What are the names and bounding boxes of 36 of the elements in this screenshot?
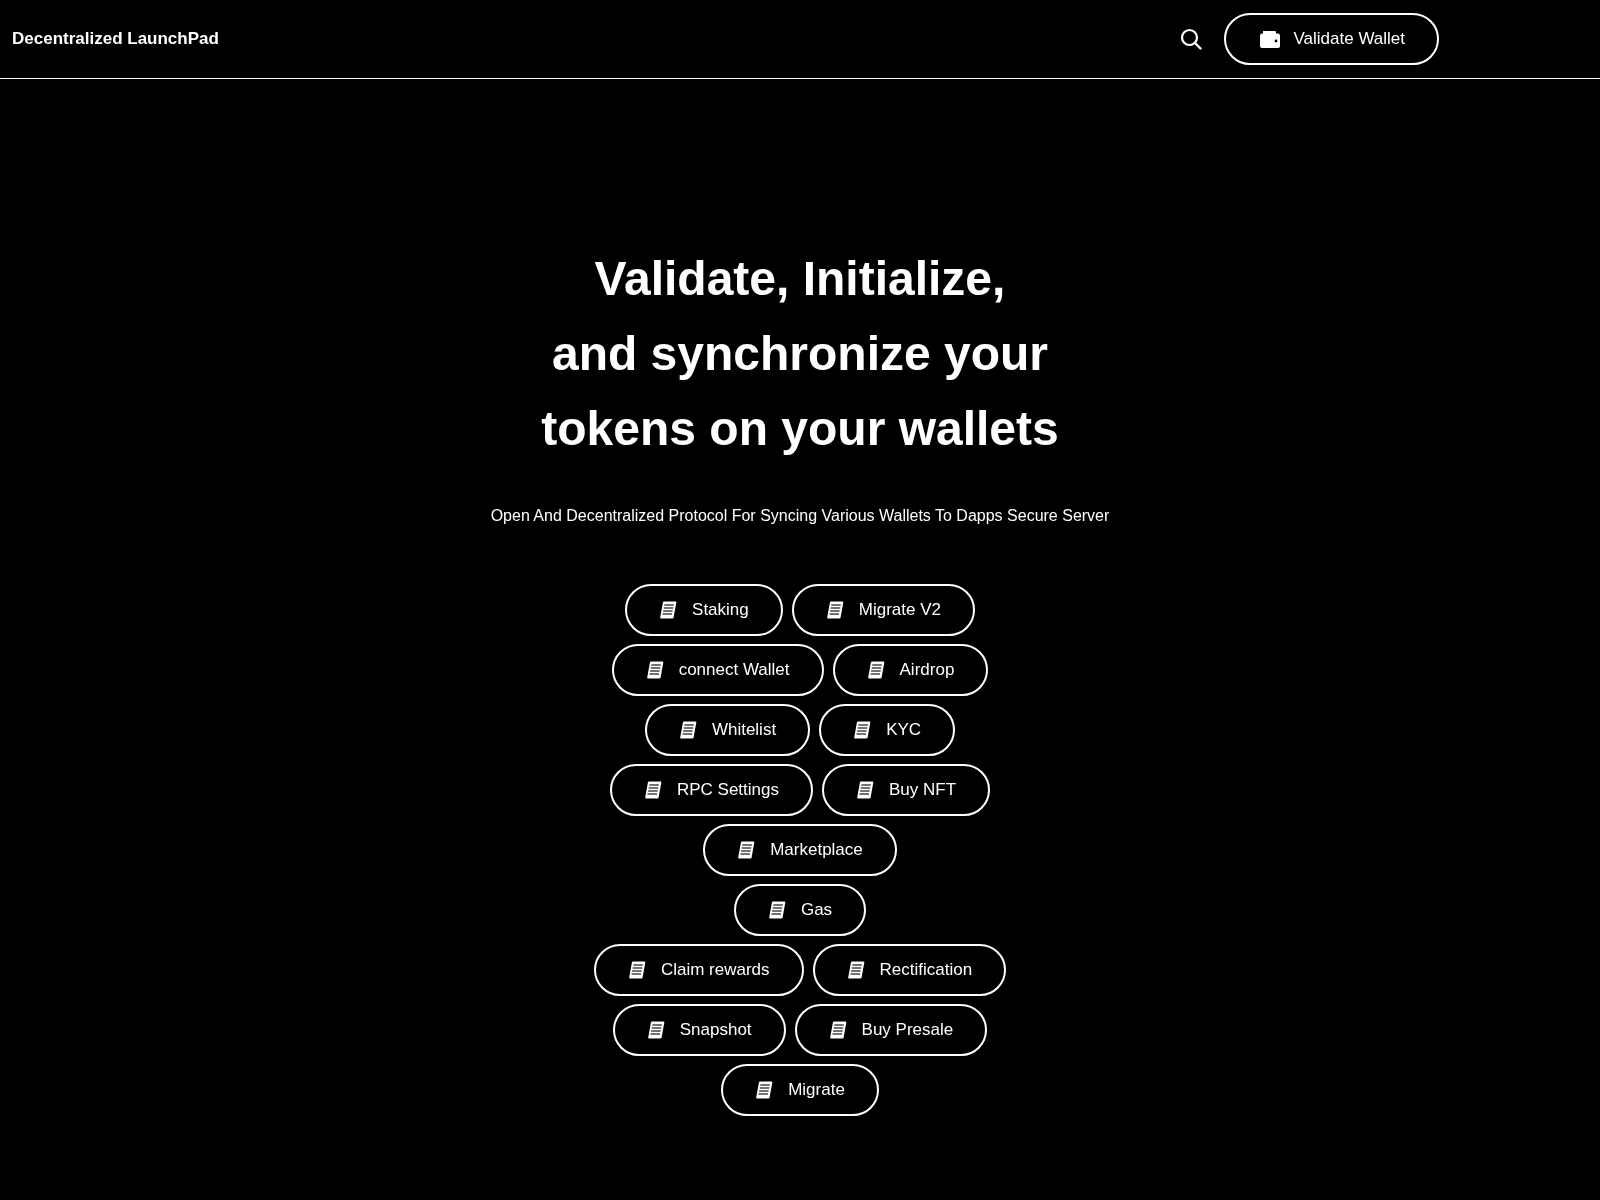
- action-button[interactable]: Airdrop: [832, 644, 989, 696]
- notepad-icon: [660, 601, 678, 619]
- action-button[interactable]: RPC Settings: [609, 764, 813, 816]
- notepad-icon: [679, 721, 697, 739]
- notepad-icon: [756, 1081, 774, 1099]
- notepad-icon: [847, 961, 865, 979]
- action-button[interactable]: Claim rewards: [593, 944, 804, 996]
- action-button[interactable]: Staking: [625, 584, 783, 636]
- notepad-icon: [857, 781, 874, 799]
- notepad-icon: [854, 721, 872, 739]
- action-button[interactable]: Snapshot: [612, 1004, 786, 1056]
- notepad-icon: [646, 661, 664, 679]
- validate-wallet-button[interactable]: Validate Wallet: [1223, 13, 1439, 65]
- action-button[interactable]: Whitelist: [644, 704, 811, 756]
- wallet-icon: [1259, 30, 1280, 48]
- hero-heading: Validate, Initialize, and synchronize your tokens on your wallets: [541, 251, 1059, 457]
- notepad-icon: [644, 781, 662, 799]
- notepad-icon: [829, 1021, 847, 1039]
- notepad-icon: [628, 961, 646, 979]
- notepad-icon: [768, 901, 786, 919]
- notepad-icon: [647, 1021, 665, 1039]
- action-button[interactable]: Gas: [733, 884, 867, 936]
- notepad-icon: [738, 841, 756, 859]
- action-button[interactable]: KYC: [819, 704, 956, 756]
- notepad-icon: [867, 661, 885, 679]
- action-button[interactable]: Rectification: [812, 944, 1007, 996]
- notepad-icon: [826, 601, 844, 619]
- site-title: Decentralized LaunchPad: [12, 29, 219, 49]
- action-button[interactable]: Migrate: [721, 1064, 879, 1116]
- action-button[interactable]: connect Wallet: [611, 644, 824, 696]
- action-button[interactable]: Buy NFT: [822, 764, 991, 816]
- search-icon[interactable]: [1179, 28, 1202, 50]
- action-button[interactable]: Marketplace: [703, 824, 897, 876]
- action-button[interactable]: Migrate V2: [791, 584, 975, 636]
- action-button[interactable]: Buy Presale: [794, 1004, 988, 1056]
- hero-subtitle: Open And Decentralized Protocol For Syncing Various Wallets To Dapps Secure Server: [490, 506, 1110, 526]
